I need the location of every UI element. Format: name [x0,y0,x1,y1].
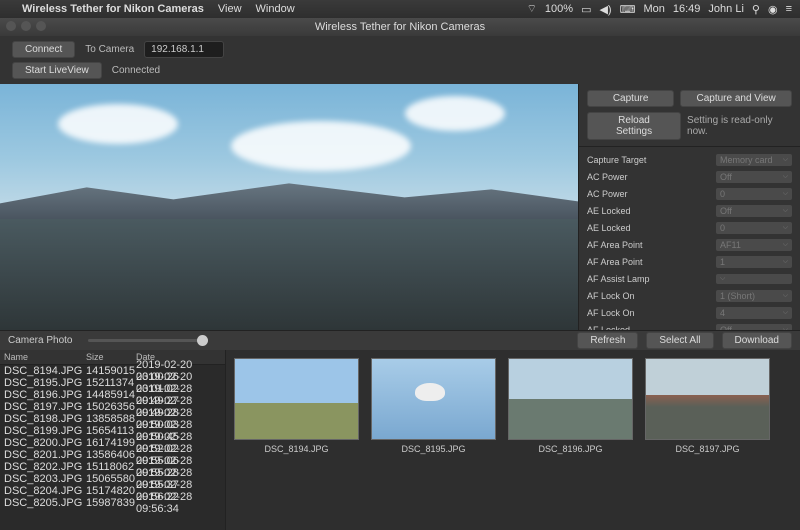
connect-button[interactable]: Connect [12,41,75,58]
midbar: Camera Photo Refresh Select All Download [0,330,800,350]
setting-row[interactable]: AC PowerOff [579,168,800,185]
control-center-icon[interactable]: ◉ [768,3,778,16]
thumbnail-image[interactable] [508,358,633,440]
setting-row[interactable]: AF Lock On4 [579,304,800,321]
refresh-button[interactable]: Refresh [577,332,638,349]
input-icon[interactable]: ⌨ [620,3,636,16]
setting-label: AF Locked [587,325,716,331]
setting-value[interactable]: Off [716,171,792,183]
capture-view-button[interactable]: Capture and View [680,90,792,107]
window-titlebar: Wireless Tether for Nikon Cameras [0,18,800,36]
setting-row[interactable]: AF Lock On1 (Short) [579,287,800,304]
setting-label: AF Lock On [587,308,716,318]
setting-label: AE Locked [587,206,716,216]
liveview-button[interactable]: Start LiveView [12,62,102,79]
battery-icon: ▭ [581,3,591,16]
setting-row[interactable]: Capture TargetMemory card [579,151,800,168]
battery-pct: 100% [545,3,573,15]
reload-settings-button[interactable]: Reload Settings [587,112,681,140]
setting-label: Capture Target [587,155,716,165]
thumbnail[interactable]: DSC_8197.JPG [645,358,770,522]
setting-value[interactable]: Off [716,324,792,331]
setting-row[interactable]: AE Locked0 [579,219,800,236]
thumbnail[interactable]: DSC_8194.JPG [234,358,359,522]
day: Mon [643,3,664,15]
download-button[interactable]: Download [722,332,792,349]
setting-row[interactable]: AF LockedOff [579,321,800,330]
file-list[interactable]: Name Size Date DSC_8194.JPG141590152019-… [0,350,226,530]
settings-list[interactable]: Capture TargetMemory cardAC PowerOffAC P… [579,146,800,330]
setting-value[interactable]: 0 [716,222,792,234]
thumbnail-label: DSC_8197.JPG [645,444,770,454]
thumbnail-label: DSC_8195.JPG [371,444,496,454]
liveview-preview [0,84,578,330]
to-camera-label: To Camera [85,44,134,55]
camera-photo-label: Camera Photo [8,335,72,346]
readonly-status: Setting is read-only now. [687,113,792,139]
spotlight-icon[interactable]: ⚲ [752,3,760,16]
app-menu[interactable]: Wireless Tether for Nikon Cameras [22,3,204,15]
setting-row[interactable]: AF Area Point1 [579,253,800,270]
setting-label: AC Power [587,189,716,199]
setting-row[interactable]: AC Power0 [579,185,800,202]
thumbnail[interactable]: DSC_8196.JPG [508,358,633,522]
setting-label: AF Area Point [587,257,716,267]
traffic-lights[interactable] [6,21,46,31]
thumbnail-image[interactable] [234,358,359,440]
clock[interactable]: 16:49 [673,3,701,15]
macos-menubar: Wireless Tether for Nikon Cameras View W… [0,0,800,18]
setting-value[interactable] [716,274,792,284]
menu-window[interactable]: Window [256,3,295,15]
col-name[interactable]: Name [4,352,86,362]
setting-row[interactable]: AF Assist Lamp [579,270,800,287]
thumbnail-grid[interactable]: DSC_8194.JPG DSC_8195.JPG DSC_8196.JPG DSC_… [226,350,800,530]
setting-label: AC Power [587,172,716,182]
setting-value[interactable]: 4 [716,307,792,319]
thumbnail-image[interactable] [371,358,496,440]
connected-label: Connected [112,65,160,76]
setting-row[interactable]: AE LockedOff [579,202,800,219]
setting-label: AE Locked [587,223,716,233]
setting-label: AF Area Point [587,240,716,250]
setting-row[interactable]: AF Area PointAF11 [579,236,800,253]
setting-value[interactable]: 1 [716,256,792,268]
window-title: Wireless Tether for Nikon Cameras [315,21,485,33]
setting-label: AF Lock On [587,291,716,301]
thumbnail[interactable]: DSC_8195.JPG [371,358,496,522]
setting-value[interactable]: AF11 [716,239,792,251]
toolbar: Connect To Camera 192.168.1.1 Start Live… [0,36,800,84]
volume-icon[interactable]: ◀) [599,3,611,16]
thumbnail-label: DSC_8196.JPG [508,444,633,454]
col-size[interactable]: Size [86,352,136,362]
settings-panel: Capture Capture and View Reload Settings… [578,84,800,330]
capture-button[interactable]: Capture [587,90,674,107]
thumbnail-label: DSC_8194.JPG [234,444,359,454]
setting-value[interactable]: Off [716,205,792,217]
selectall-button[interactable]: Select All [646,332,713,349]
notification-icon[interactable]: ≡ [786,3,792,15]
user-name[interactable]: John Li [708,3,743,15]
setting-value[interactable]: Memory card [716,154,792,166]
wifi-icon[interactable]: ⌔ [527,2,537,16]
thumb-size-slider[interactable] [88,339,208,342]
setting-value[interactable]: 0 [716,188,792,200]
thumbnail-image[interactable] [645,358,770,440]
setting-label: AF Assist Lamp [587,274,716,284]
ip-input[interactable]: 192.168.1.1 [144,41,224,58]
setting-value[interactable]: 1 (Short) [716,290,792,302]
file-row[interactable]: DSC_8205.JPG159878392019-02-28 09:56:34 [0,497,225,509]
menu-view[interactable]: View [218,3,242,15]
